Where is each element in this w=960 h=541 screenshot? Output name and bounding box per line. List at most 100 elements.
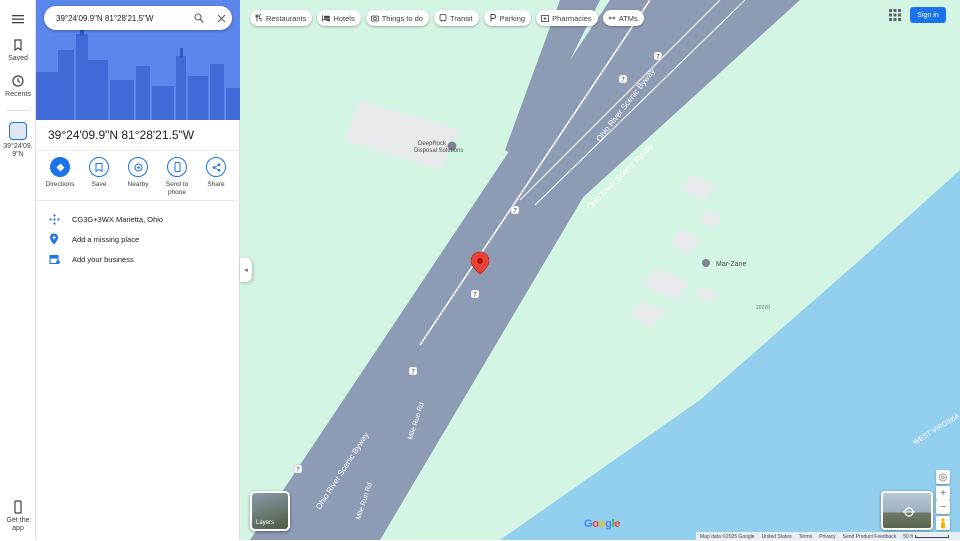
bookmark-icon (14, 39, 22, 52)
pegman-button[interactable] (936, 516, 950, 530)
plus-icon: + (940, 487, 946, 499)
feedback-link[interactable]: Send Product Feedback (843, 534, 897, 540)
saved-button[interactable]: Saved (0, 38, 36, 62)
action-label: Share (207, 181, 225, 188)
bookmark-icon (89, 157, 109, 177)
collapse-panel-button[interactable]: ◂ (240, 258, 252, 282)
privacy-link[interactable]: Privacy (819, 534, 835, 540)
chip-pharmacies[interactable]: Pharmacies (536, 10, 598, 26)
scale-bar[interactable]: 50 ft (903, 533, 950, 540)
recent-place-button[interactable]: 39°24'09.9"N (0, 122, 36, 160)
scale-label: 50 ft (903, 533, 914, 540)
chip-label: ATMs (618, 13, 638, 23)
save-button[interactable]: Save (81, 157, 117, 197)
recents-button[interactable]: Recents (0, 74, 36, 98)
zoom-out-button[interactable]: − (936, 500, 950, 514)
scale-line (915, 534, 950, 538)
chip-label: Things to do (381, 13, 423, 23)
search-box[interactable]: 39°24'09.9"N 81°28'21.5"W (44, 6, 232, 30)
place-title: 39°24'09.9"N 81°28'21.5"W (48, 128, 195, 142)
place-panel: 39°24'09.9"N 81°28'21.5"W 39°24'09.9"N 8… (36, 0, 240, 540)
map-data-text: Map data ©2025 Google (700, 533, 755, 540)
recents-label: Recents (5, 91, 31, 98)
action-bar: Directions Save Nearby Send to phone Sha… (42, 157, 234, 197)
search-button[interactable] (188, 7, 210, 29)
phone-icon (14, 500, 22, 514)
chip-restaurants[interactable]: Restaurants (250, 10, 313, 26)
nearby-button[interactable]: Nearby (120, 157, 156, 197)
add-business-text: Add your business (72, 254, 134, 264)
chip-label: Transit (449, 13, 473, 23)
action-label: Send to phone (165, 181, 189, 197)
place-details: CG3G+3WX Marietta, Ohio Add a missing pl… (36, 209, 240, 269)
chip-label: Hotels (333, 13, 355, 23)
poi-marker-icon[interactable] (702, 259, 710, 267)
layers-label: Layers (256, 520, 275, 526)
share-button[interactable]: Share (198, 157, 234, 197)
divider (36, 200, 240, 201)
directions-button[interactable]: Directions (42, 157, 78, 197)
plus-code-text: CG3G+3WX Marietta, Ohio (72, 214, 164, 224)
plus-code-icon (48, 213, 60, 225)
chip-hotels[interactable]: Hotels (317, 10, 361, 26)
chip-label: Parking (499, 13, 526, 23)
my-location-button[interactable]: ◎ (936, 470, 950, 484)
add-business-row[interactable]: Add your business (36, 249, 240, 269)
phone-icon (167, 157, 187, 177)
plus-code-row[interactable]: CG3G+3WX Marietta, Ohio (36, 209, 240, 229)
storefront-icon (48, 253, 60, 265)
route-shield: 7 (470, 289, 480, 299)
menu-button[interactable] (0, 12, 36, 29)
transit-icon (439, 14, 447, 22)
my-location-icon: ◎ (938, 471, 948, 483)
sign-in-button[interactable]: Sign in (910, 7, 946, 23)
minus-icon: − (940, 501, 946, 513)
poi-label: Mar-Zane (716, 261, 746, 268)
street-view-icon (903, 507, 915, 517)
category-chips: Restaurants Hotels Things to do Transit … (250, 10, 644, 26)
clear-search-button[interactable] (210, 7, 232, 29)
restaurant-icon (255, 14, 263, 22)
parking-icon (489, 14, 497, 22)
place-thumbnail (9, 122, 27, 140)
chip-atms[interactable]: ATMs (602, 10, 644, 26)
add-missing-place-text: Add a missing place (72, 234, 140, 244)
poi-label: DeepRock (418, 141, 447, 147)
rail-divider (6, 110, 30, 111)
hotel-icon (322, 14, 331, 22)
poi-label: Disposal Solutions (414, 148, 463, 154)
layers-button[interactable]: Layers (250, 491, 290, 531)
share-icon (206, 157, 226, 177)
search-input[interactable]: 39°24'09.9"N 81°28'21.5"W (56, 14, 188, 23)
chip-things-to-do[interactable]: Things to do (365, 10, 429, 26)
chip-label: Restaurants (266, 13, 307, 23)
directions-icon (50, 157, 70, 177)
get-app-label: Get the app (6, 517, 30, 533)
pin-dot (477, 258, 483, 264)
chip-transit[interactable]: Transit (433, 10, 479, 26)
route-shield: 7 (653, 51, 663, 61)
action-label: Save (91, 181, 107, 188)
get-app-button[interactable]: Get the app (0, 500, 36, 534)
route-shield: 7 (510, 205, 520, 215)
street-view-thumbnail[interactable] (881, 491, 933, 530)
pharmacy-icon (541, 14, 549, 22)
camera-icon (370, 14, 379, 22)
chevron-left-icon: ◂ (244, 267, 248, 274)
send-to-phone-button[interactable]: Send to phone (159, 157, 195, 197)
apps-grid-icon[interactable] (889, 9, 901, 21)
terms-link[interactable]: Terms (799, 534, 813, 540)
chip-label: Pharmacies (552, 13, 592, 23)
add-missing-place-row[interactable]: Add a missing place (36, 229, 240, 249)
nearby-icon (128, 157, 148, 177)
menu-icon (12, 15, 24, 24)
history-icon (12, 75, 24, 87)
google-logo: Google (584, 518, 621, 530)
country-link[interactable]: United States (762, 534, 792, 540)
close-icon (217, 14, 225, 22)
zoom-in-button[interactable]: + (936, 486, 950, 500)
add-location-icon (48, 233, 60, 245)
chip-parking[interactable]: Parking (483, 10, 532, 26)
action-label: Nearby (127, 181, 149, 188)
divider (36, 150, 240, 151)
